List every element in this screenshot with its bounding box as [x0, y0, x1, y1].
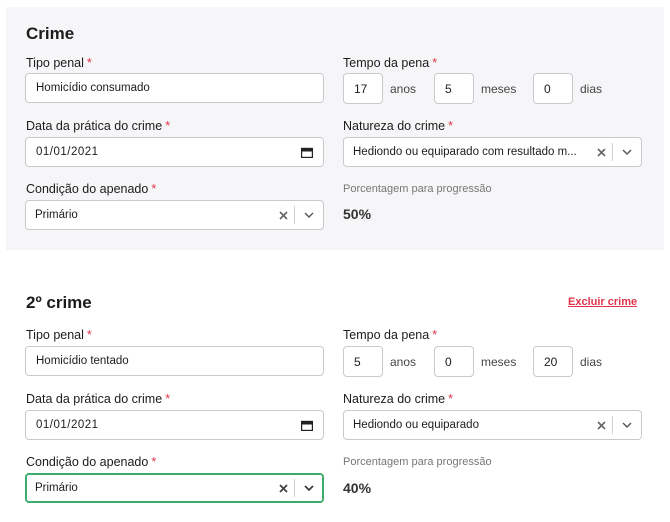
meses-unit: meses	[481, 82, 517, 96]
data-pratica-input[interactable]: 01/01/2021	[25, 137, 324, 167]
porcentagem-label: Porcentagem para progressão	[343, 183, 492, 195]
meses-input[interactable]: 0	[434, 346, 474, 377]
condicao-label: Condição do apenado *	[26, 182, 157, 196]
anos-unit: anos	[390, 82, 417, 96]
tempo-pena-label: Tempo da pena *	[343, 56, 438, 70]
condicao-select[interactable]: Primário	[25, 200, 324, 230]
chevron-down-icon[interactable]	[295, 485, 323, 491]
crime-title: Crime	[26, 24, 75, 43]
dias-input[interactable]: 20	[533, 346, 573, 377]
chevron-down-icon[interactable]	[613, 422, 641, 428]
data-pratica-label: Data da prática do crime *	[26, 119, 171, 133]
chevron-down-icon[interactable]	[295, 212, 323, 218]
dias-unit: dias	[580, 82, 603, 96]
close-icon[interactable]	[272, 483, 294, 493]
close-icon[interactable]	[590, 147, 612, 157]
meses-unit: meses	[481, 355, 517, 369]
tipo-penal-label: Tipo penal *	[26, 328, 92, 342]
condicao-value: Primário	[35, 482, 78, 494]
crime-title: 2º crime	[26, 293, 92, 312]
condicao-label: Condição do apenado *	[26, 455, 157, 469]
natureza-value: Hediondo ou equiparado	[353, 419, 479, 431]
natureza-label: Natureza do crime *	[343, 119, 453, 133]
close-icon[interactable]	[590, 420, 612, 430]
dias-unit: dias	[580, 355, 603, 369]
anos-input[interactable]: 17	[343, 73, 383, 104]
meses-input[interactable]: 5	[434, 73, 474, 104]
crime-card-1: Crime Tipo penal * Homicídio consumado Te…	[6, 7, 664, 250]
close-icon[interactable]	[272, 210, 294, 220]
data-pratica-input[interactable]: 01/01/2021	[25, 410, 324, 440]
dias-input[interactable]: 0	[533, 73, 573, 104]
tipo-penal-label: Tipo penal *	[26, 56, 92, 70]
natureza-label: Natureza do crime *	[343, 392, 453, 406]
natureza-select[interactable]: Hediondo ou equiparado	[343, 410, 642, 440]
porcentagem-value: 50%	[343, 206, 372, 222]
anos-unit: anos	[390, 355, 417, 369]
data-pratica-label: Data da prática do crime *	[26, 392, 171, 406]
excluir-crime-link[interactable]: Excluir crime	[568, 296, 637, 308]
date-value: 01/01/2021	[36, 419, 99, 431]
tipo-penal-input[interactable]: Homicídio consumado	[25, 73, 324, 103]
chevron-down-icon[interactable]	[613, 149, 641, 155]
porcentagem-value: 40%	[343, 480, 372, 496]
anos-input[interactable]: 5	[343, 346, 383, 377]
crime-card-2: 2º crime Excluir crime Tipo penal * Homic…	[6, 277, 664, 522]
condicao-select[interactable]: Primário	[25, 473, 324, 503]
date-value: 01/01/2021	[36, 146, 99, 158]
natureza-select[interactable]: Hediondo ou equiparado com resultado m..…	[343, 137, 642, 167]
porcentagem-label: Porcentagem para progressão	[343, 456, 492, 468]
tipo-penal-input[interactable]: Homicídio tentado	[25, 346, 324, 376]
calendar-icon[interactable]	[301, 147, 313, 158]
condicao-value: Primário	[35, 209, 78, 221]
tempo-pena-label: Tempo da pena *	[343, 328, 438, 342]
natureza-value: Hediondo ou equiparado com resultado m..…	[353, 146, 577, 158]
calendar-icon[interactable]	[301, 420, 313, 431]
